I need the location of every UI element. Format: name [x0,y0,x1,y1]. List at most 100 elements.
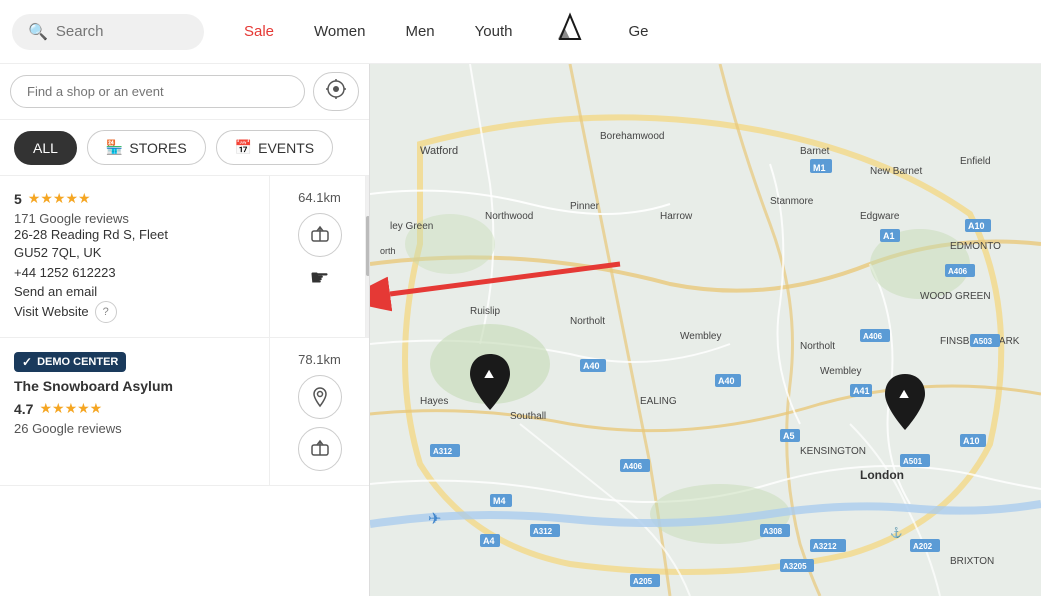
store-links-1: Send an email Visit Website ? [14,284,255,323]
svg-text:KENSINGTON: KENSINGTON [800,446,866,457]
svg-text:A3212: A3212 [813,542,837,551]
svg-text:A205: A205 [633,577,653,586]
svg-text:A10: A10 [963,436,980,446]
svg-text:A308: A308 [763,527,783,536]
search-bar[interactable]: 🔍 [12,14,204,50]
top-navigation: 🔍 Sale Women Men Youth Ge [0,0,1041,64]
svg-text:A41: A41 [853,386,870,396]
send-email-link[interactable]: Send an email [14,284,255,299]
find-shop-bar [0,64,369,120]
nav-link-ge[interactable]: Ge [628,23,648,40]
store-name-2: The Snowboard Asylum [14,378,255,394]
svg-text:EALING: EALING [640,396,677,407]
main-area: ALL 🏪 STORES 📅 EVENTS 5 ★★★★★ 171 Google… [0,64,1041,596]
svg-text:orth: orth [380,246,396,256]
map-area[interactable]: Watford Borehamwood Barnet New Barnet En… [370,64,1041,596]
store-info-1: 5 ★★★★★ 171 Google reviews 26-28 Reading… [0,176,269,337]
svg-text:⛰: ⛰ [484,367,494,381]
svg-text:A3205: A3205 [783,562,807,571]
directions-button-2[interactable] [298,427,342,471]
svg-text:A40: A40 [583,361,600,371]
svg-text:New Barnet: New Barnet [870,166,922,177]
stars-1: ★★★★★ [28,190,91,207]
svg-text:A40: A40 [718,376,735,386]
svg-text:M1: M1 [813,163,826,173]
review-count-1: 171 Google reviews [14,211,255,226]
stars-2: ★★★★★ [39,400,102,417]
svg-text:ley Green: ley Green [390,221,433,232]
store-icon: 🏪 [106,139,123,156]
svg-text:Enfield: Enfield [960,156,991,167]
svg-text:Pinner: Pinner [570,201,600,212]
rating-number-2: 4.7 [14,401,33,417]
check-icon: ✓ [22,355,32,369]
svg-text:A4: A4 [483,536,495,546]
svg-text:A406: A406 [623,462,643,471]
distance-2: 78.1km [298,352,341,367]
svg-text:Barnet: Barnet [800,146,830,157]
store-actions-1: 64.1km ☛ [269,176,369,337]
store-item-2: ✓ DEMO CENTER The Snowboard Asylum 4.7 ★… [0,338,369,486]
visit-website-link[interactable]: Visit Website [14,304,89,319]
nav-link-sale[interactable]: Sale [244,23,274,40]
rating-row-1: 5 ★★★★★ [14,190,255,207]
brand-logo-icon[interactable] [552,11,588,53]
svg-text:⚓: ⚓ [890,526,902,539]
filter-stores-button[interactable]: 🏪 STORES [87,130,206,165]
svg-text:A312: A312 [433,447,453,456]
svg-text:A501: A501 [903,457,923,466]
store-actions-2: 78.1km [269,338,369,485]
scrollbar-track[interactable] [365,176,369,337]
svg-text:A312: A312 [533,527,553,536]
nav-link-youth[interactable]: Youth [475,23,513,40]
cursor-icon: ☛ [310,265,330,291]
location-button[interactable] [313,72,359,111]
directions-button-1[interactable] [298,213,342,257]
svg-text:Watford: Watford [420,145,458,157]
svg-text:BRIXTON: BRIXTON [950,556,994,567]
svg-text:Northolt: Northolt [570,316,605,327]
store-info-2: ✓ DEMO CENTER The Snowboard Asylum 4.7 ★… [0,338,269,485]
svg-text:A5: A5 [783,431,795,441]
svg-text:Wembley: Wembley [820,366,862,377]
store-list: 5 ★★★★★ 171 Google reviews 26-28 Reading… [0,176,369,596]
filter-events-button[interactable]: 📅 EVENTS [216,130,333,165]
svg-text:Northwood: Northwood [485,211,533,222]
svg-text:A503: A503 [973,337,993,346]
svg-text:Harrow: Harrow [660,211,693,222]
svg-text:A406: A406 [948,267,968,276]
svg-text:Wembley: Wembley [680,331,722,342]
search-input[interactable] [56,23,196,40]
store-item-1: 5 ★★★★★ 171 Google reviews 26-28 Reading… [0,176,369,338]
svg-text:Southall: Southall [510,411,546,422]
demo-center-badge: ✓ DEMO CENTER [14,352,126,372]
find-shop-input[interactable] [10,75,305,108]
help-circle[interactable]: ? [95,301,117,323]
location-pin-button-2[interactable] [298,375,342,419]
nav-link-men[interactable]: Men [405,23,434,40]
distance-1: 64.1km [298,190,341,205]
svg-text:⛰: ⛰ [899,387,909,401]
svg-text:M4: M4 [493,496,506,506]
calendar-icon: 📅 [235,139,252,156]
svg-text:Borehamwood: Borehamwood [600,131,664,142]
svg-text:Edgware: Edgware [860,211,900,222]
svg-text:WOOD GREEN: WOOD GREEN [920,291,991,302]
svg-text:London: London [860,468,904,482]
svg-text:Hayes: Hayes [420,396,448,407]
store-address-1: 26-28 Reading Rd S, Fleet GU52 7QL, UK [14,226,255,262]
svg-text:Ruislip: Ruislip [470,306,500,317]
review-count-2: 26 Google reviews [14,421,255,436]
rating-number-1: 5 [14,191,22,207]
main-nav: Sale Women Men Youth Ge [244,11,648,53]
search-icon: 🔍 [28,22,48,42]
svg-text:EDMONTO: EDMONTO [950,241,1001,252]
svg-text:A1: A1 [883,231,895,241]
filter-row: ALL 🏪 STORES 📅 EVENTS [0,120,369,176]
filter-all-button[interactable]: ALL [14,131,77,165]
left-panel: ALL 🏪 STORES 📅 EVENTS 5 ★★★★★ 171 Google… [0,64,370,596]
svg-text:✈: ✈ [428,511,441,528]
nav-link-women[interactable]: Women [314,23,365,40]
svg-text:Northolt: Northolt [800,341,835,352]
store-phone-1: +44 1252 612223 [14,265,255,280]
